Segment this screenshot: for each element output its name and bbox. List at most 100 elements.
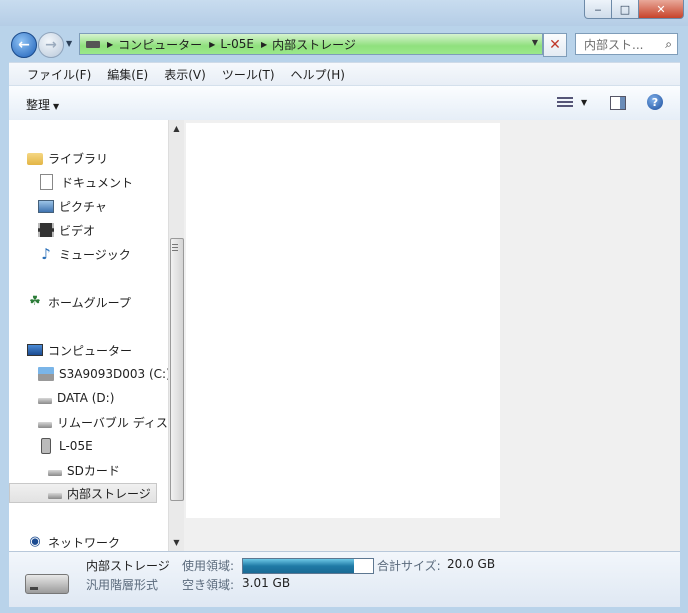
usage-bar bbox=[242, 558, 374, 574]
computer-icon bbox=[27, 344, 43, 356]
details-pane: 内部ストレージ 汎用階層形式 使用領域: 合計サイズ: 20.0 GB 空き領域… bbox=[9, 551, 680, 607]
nav-item-label: S3A9093D003 (C:) bbox=[59, 367, 168, 381]
nav-item-music[interactable]: ♪ ミュージック bbox=[38, 244, 131, 264]
music-icon: ♪ bbox=[41, 245, 51, 263]
nav-item-label: ネットワーク bbox=[48, 535, 121, 550]
nav-item-label: リムーバブル ディスク bbox=[57, 415, 168, 430]
free-space-value: 3.01 GB bbox=[242, 576, 291, 590]
storage-drive-icon bbox=[25, 574, 69, 594]
search-input[interactable]: 内部スト... ⌕ bbox=[575, 33, 678, 55]
nav-item-label: ビデオ bbox=[59, 223, 96, 238]
nav-item-label: ライブラリ bbox=[48, 151, 109, 166]
nav-item-network[interactable]: ◉ ネットワーク bbox=[27, 532, 120, 551]
search-placeholder: 内部スト... bbox=[584, 37, 644, 52]
view-dropdown-icon[interactable]: ▼ bbox=[581, 98, 587, 107]
nav-item-pictures[interactable]: ピクチャ bbox=[38, 196, 107, 216]
drive-icon bbox=[86, 40, 100, 48]
help-icon[interactable]: ? bbox=[647, 94, 663, 110]
free-space-label: 空き領域: bbox=[182, 578, 235, 592]
chevron-right-icon[interactable]: ▶ bbox=[107, 40, 113, 49]
nav-item-label: DATA (D:) bbox=[57, 391, 115, 405]
back-button[interactable]: ← bbox=[11, 32, 37, 58]
nav-item-drive-c[interactable]: S3A9093D003 (C:) bbox=[38, 364, 168, 384]
forward-button[interactable]: → bbox=[38, 32, 64, 58]
file-list-pane[interactable] bbox=[184, 120, 680, 551]
maximize-button[interactable]: □ bbox=[612, 0, 639, 19]
menu-help[interactable]: ヘルプ(H) bbox=[283, 66, 353, 83]
nav-item-computer[interactable]: コンピューター bbox=[27, 340, 132, 360]
used-space-label: 使用領域: bbox=[182, 559, 235, 573]
minimize-button[interactable]: ‒ bbox=[584, 0, 612, 19]
nav-item-removable[interactable]: リムーバブル ディスク bbox=[38, 412, 168, 432]
forward-arrow-icon: → bbox=[45, 37, 57, 53]
nav-item-videos[interactable]: ビデオ bbox=[38, 220, 95, 240]
navigation-bar: ← → ▼ ▶ コンピューター ▶ L-05E ▶ 内部ストレージ ▼ ✕ 内部… bbox=[0, 26, 688, 60]
scrollbar-grip-icon bbox=[172, 244, 178, 252]
nav-item-sd-card[interactable]: SDカード bbox=[48, 460, 120, 480]
view-options-icon[interactable] bbox=[557, 95, 573, 109]
nav-item-label: コンピューター bbox=[48, 343, 133, 358]
sd-card-icon bbox=[48, 470, 62, 476]
nav-item-label: ピクチャ bbox=[59, 199, 107, 214]
storage-drive-icon bbox=[48, 493, 62, 499]
address-dropdown-icon[interactable]: ▼ bbox=[532, 38, 538, 47]
os-drive-icon bbox=[38, 367, 54, 381]
back-arrow-icon: ← bbox=[18, 37, 30, 53]
close-icon: ✕ bbox=[656, 2, 666, 16]
nav-item-l05e[interactable]: L-05E bbox=[38, 436, 93, 456]
nav-item-label: ミュージック bbox=[59, 247, 131, 262]
nav-item-internal-storage[interactable]: 内部ストレージ bbox=[9, 483, 157, 503]
breadcrumb-computer[interactable]: コンピューター bbox=[118, 36, 202, 53]
close-button[interactable]: ✕ bbox=[639, 0, 684, 19]
nav-item-label: ドキュメント bbox=[61, 175, 134, 190]
breadcrumb-device[interactable]: L-05E bbox=[220, 37, 254, 51]
organize-label: 整理 bbox=[26, 98, 51, 112]
video-icon bbox=[38, 223, 54, 237]
picture-icon bbox=[38, 199, 54, 213]
scrollbar-thumb[interactable] bbox=[170, 238, 184, 501]
document-icon bbox=[40, 174, 53, 190]
scroll-up-icon[interactable]: ▲ bbox=[169, 120, 184, 137]
usage-bar-fill bbox=[243, 559, 354, 573]
recent-pages-dropdown[interactable]: ▼ bbox=[66, 39, 72, 48]
network-icon: ◉ bbox=[29, 534, 41, 549]
preview-pane-icon[interactable] bbox=[610, 96, 626, 110]
window-controls: ‒ □ ✕ bbox=[584, 0, 684, 20]
nav-item-label: ホームグループ bbox=[48, 295, 131, 310]
maximize-icon: □ bbox=[619, 2, 631, 16]
homegroup-icon: ☘ bbox=[29, 294, 41, 309]
total-size-value: 20.0 GB bbox=[447, 557, 496, 571]
breadcrumb-storage[interactable]: 内部ストレージ bbox=[272, 36, 356, 53]
nav-item-label: SDカード bbox=[67, 463, 120, 478]
stop-refresh-button[interactable]: ✕ bbox=[543, 33, 567, 57]
chevron-right-icon[interactable]: ▶ bbox=[261, 40, 267, 49]
details-type: 汎用階層形式 bbox=[86, 578, 159, 592]
menu-file[interactable]: ファイル(F) bbox=[9, 66, 99, 83]
nav-item-label: L-05E bbox=[59, 439, 93, 453]
close-x-icon: ✕ bbox=[549, 37, 561, 53]
minimize-icon: ‒ bbox=[594, 2, 602, 16]
file-list-area[interactable] bbox=[186, 123, 500, 518]
details-name: 内部ストレージ bbox=[86, 559, 170, 573]
nav-item-homegroup[interactable]: ☘ ホームグループ bbox=[27, 292, 131, 312]
menu-edit[interactable]: 編集(E) bbox=[99, 66, 156, 83]
nav-item-libraries[interactable]: ライブラリ bbox=[27, 148, 108, 168]
menu-view[interactable]: 表示(V) bbox=[156, 66, 214, 83]
drive-icon bbox=[38, 398, 52, 404]
navigation-scrollbar[interactable]: ▲ ▼ bbox=[168, 120, 184, 551]
command-bar: 整理 ▼ ▼ ? bbox=[9, 85, 680, 121]
scroll-down-icon[interactable]: ▼ bbox=[169, 534, 184, 551]
address-bar[interactable]: ▶ コンピューター ▶ L-05E ▶ 内部ストレージ ▼ bbox=[79, 33, 543, 55]
organize-button[interactable]: 整理 ▼ bbox=[26, 96, 59, 113]
phone-icon bbox=[41, 438, 51, 454]
nav-item-drive-d[interactable]: DATA (D:) bbox=[38, 388, 114, 408]
library-folder-icon bbox=[27, 153, 43, 165]
menu-tools[interactable]: ツール(T) bbox=[214, 66, 283, 83]
nav-item-documents[interactable]: ドキュメント bbox=[38, 172, 133, 192]
removable-drive-icon bbox=[38, 422, 52, 428]
chevron-right-icon[interactable]: ▶ bbox=[209, 40, 215, 49]
search-icon[interactable]: ⌕ bbox=[665, 37, 672, 52]
menu-bar: ファイル(F) 編集(E) 表示(V) ツール(T) ヘルプ(H) bbox=[9, 62, 680, 85]
chevron-down-icon: ▼ bbox=[53, 102, 60, 111]
total-size-label: 合計サイズ: bbox=[377, 559, 441, 573]
